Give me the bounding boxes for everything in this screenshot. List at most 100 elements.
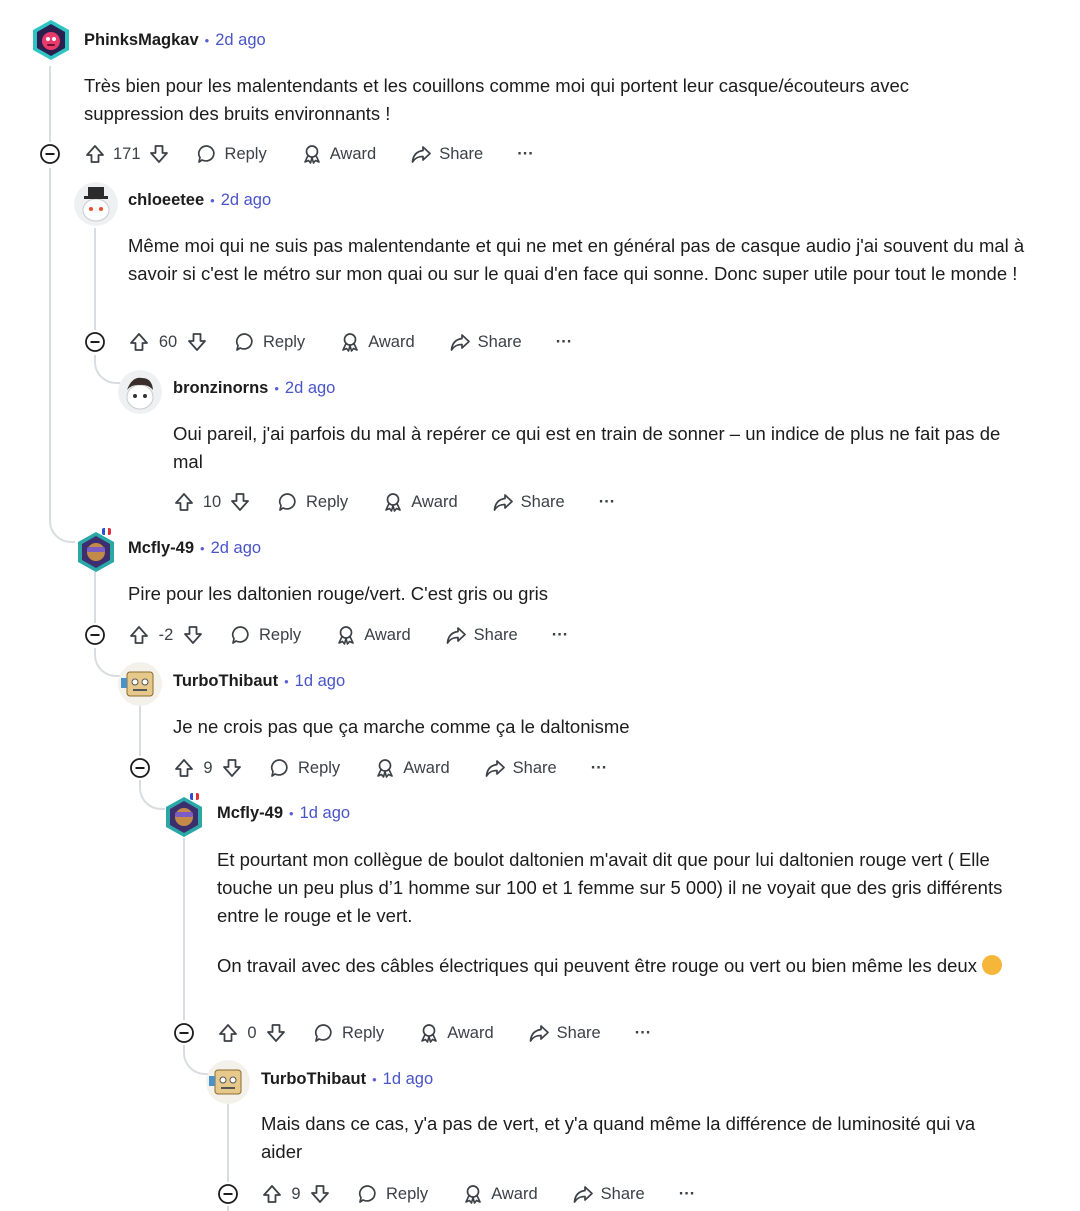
downvote-icon[interactable] [265, 1022, 287, 1044]
speech-bubble-icon [313, 1022, 335, 1044]
comment-body: Oui pareil, j'ai parfois du mal à repére… [173, 420, 1023, 476]
share-button[interactable]: Share [492, 491, 565, 513]
award-button[interactable]: Award [339, 331, 415, 353]
robot-box-avatar[interactable] [206, 1060, 250, 1104]
collapse-thread-button[interactable] [38, 142, 62, 166]
share-arrow-icon [449, 331, 471, 353]
vote-count: -2 [158, 625, 174, 644]
reply-button[interactable]: Reply [234, 331, 305, 353]
upvote-icon[interactable] [261, 1183, 283, 1205]
snoo-top-hat-avatar[interactable] [74, 182, 118, 226]
award-button[interactable]: Award [418, 1022, 494, 1044]
share-button[interactable]: Share [410, 143, 483, 165]
author-name[interactable]: PhinksMagkav [84, 31, 199, 50]
thread-line [49, 66, 51, 154]
downvote-icon[interactable] [182, 624, 204, 646]
award-label: Award [403, 758, 450, 777]
award-button[interactable]: Award [374, 757, 450, 779]
comment-meta: chloeetee • 2d ago [128, 188, 271, 212]
hexagon-avatar[interactable] [74, 530, 118, 574]
award-button[interactable]: Award [335, 624, 411, 646]
upvote-icon[interactable] [84, 143, 106, 165]
collapse-thread-button[interactable] [216, 1182, 240, 1206]
separator-dot: • [210, 192, 215, 208]
share-button[interactable]: Share [528, 1022, 601, 1044]
collapse-thread-button[interactable] [83, 330, 107, 354]
thread-line [49, 168, 51, 513]
author-name[interactable]: Mcfly-49 [217, 804, 283, 823]
snoo-dark-hair-avatar[interactable] [118, 370, 162, 414]
upvote-icon[interactable] [173, 757, 195, 779]
robot-box-avatar[interactable] [118, 662, 162, 706]
collapse-thread-button[interactable] [128, 756, 152, 780]
share-arrow-icon [484, 757, 506, 779]
share-button[interactable]: Share [484, 757, 557, 779]
award-ribbon-icon [462, 1183, 484, 1205]
timestamp[interactable]: 2d ago [215, 31, 265, 50]
more-options-button[interactable]: ··· [552, 626, 568, 645]
author-name[interactable]: TurboThibaut [173, 672, 278, 691]
comment-paragraph: Je ne crois pas que ça marche comme ça l… [173, 716, 630, 737]
upvote-icon[interactable] [173, 491, 195, 513]
comment-actions: 171 Reply Award Share ··· [84, 139, 534, 169]
timestamp[interactable]: 1d ago [300, 804, 350, 823]
award-button[interactable]: Award [301, 143, 376, 165]
timestamp[interactable]: 1d ago [295, 672, 345, 691]
reply-button[interactable]: Reply [277, 491, 348, 513]
author-name[interactable]: TurboThibaut [261, 1070, 366, 1089]
reply-button[interactable]: Reply [196, 143, 267, 165]
upvote-icon[interactable] [128, 331, 150, 353]
more-options-button[interactable]: ··· [517, 145, 533, 164]
downvote-icon[interactable] [229, 491, 251, 513]
share-button[interactable]: Share [572, 1183, 645, 1205]
more-options-button[interactable]: ··· [679, 1185, 695, 1204]
reply-button[interactable]: Reply [357, 1183, 428, 1205]
award-button[interactable]: Award [462, 1183, 538, 1205]
ellipsis-icon: ··· [551, 625, 569, 644]
timestamp[interactable]: 1d ago [383, 1070, 433, 1089]
timestamp[interactable]: 2d ago [211, 539, 261, 558]
share-arrow-icon [445, 624, 467, 646]
downvote-icon[interactable] [309, 1183, 331, 1205]
downvote-icon[interactable] [148, 143, 170, 165]
more-options-button[interactable]: ··· [599, 493, 615, 512]
minus-circle-icon [174, 1023, 194, 1043]
upvote-icon[interactable] [217, 1022, 239, 1044]
share-label: Share [512, 758, 557, 777]
comment-actions: 0 Reply Award Share ··· [217, 1018, 651, 1048]
comment-actions: 9 Reply Award Share ··· [173, 753, 607, 783]
downvote-icon[interactable] [221, 757, 243, 779]
share-button[interactable]: Share [449, 331, 522, 353]
comment-body: Même moi qui ne suis pas malentendante e… [128, 232, 1028, 288]
more-options-button[interactable]: ··· [556, 333, 572, 352]
timestamp[interactable]: 2d ago [285, 379, 335, 398]
thread-line [227, 1104, 229, 1182]
award-ribbon-icon [382, 491, 404, 513]
author-name[interactable]: Mcfly-49 [128, 539, 194, 558]
ellipsis-icon: ··· [590, 758, 608, 777]
more-options-button[interactable]: ··· [635, 1024, 651, 1043]
award-ribbon-icon [335, 624, 357, 646]
reply-button[interactable]: Reply [269, 757, 340, 779]
reply-label: Reply [306, 492, 349, 511]
award-label: Award [447, 1023, 494, 1042]
thread-line [94, 228, 96, 330]
upvote-icon[interactable] [128, 624, 150, 646]
more-options-button[interactable]: ··· [591, 759, 607, 778]
reply-label: Reply [386, 1184, 429, 1203]
reply-button[interactable]: Reply [313, 1022, 384, 1044]
author-name[interactable]: bronzinorns [173, 379, 268, 398]
award-button[interactable]: Award [382, 491, 458, 513]
downvote-icon[interactable] [186, 331, 208, 353]
collapse-thread-button[interactable] [172, 1021, 196, 1045]
comment-body: Pire pour les daltonien rouge/vert. C'es… [128, 580, 1008, 608]
alien-robot-avatar[interactable] [29, 18, 73, 62]
hexagon-avatar[interactable] [162, 795, 206, 839]
reply-label: Reply [259, 625, 302, 644]
reply-button[interactable]: Reply [230, 624, 301, 646]
share-button[interactable]: Share [445, 624, 518, 646]
collapse-thread-button[interactable] [83, 623, 107, 647]
author-name[interactable]: chloeetee [128, 191, 204, 210]
timestamp[interactable]: 2d ago [221, 191, 271, 210]
reply-label: Reply [224, 144, 267, 163]
